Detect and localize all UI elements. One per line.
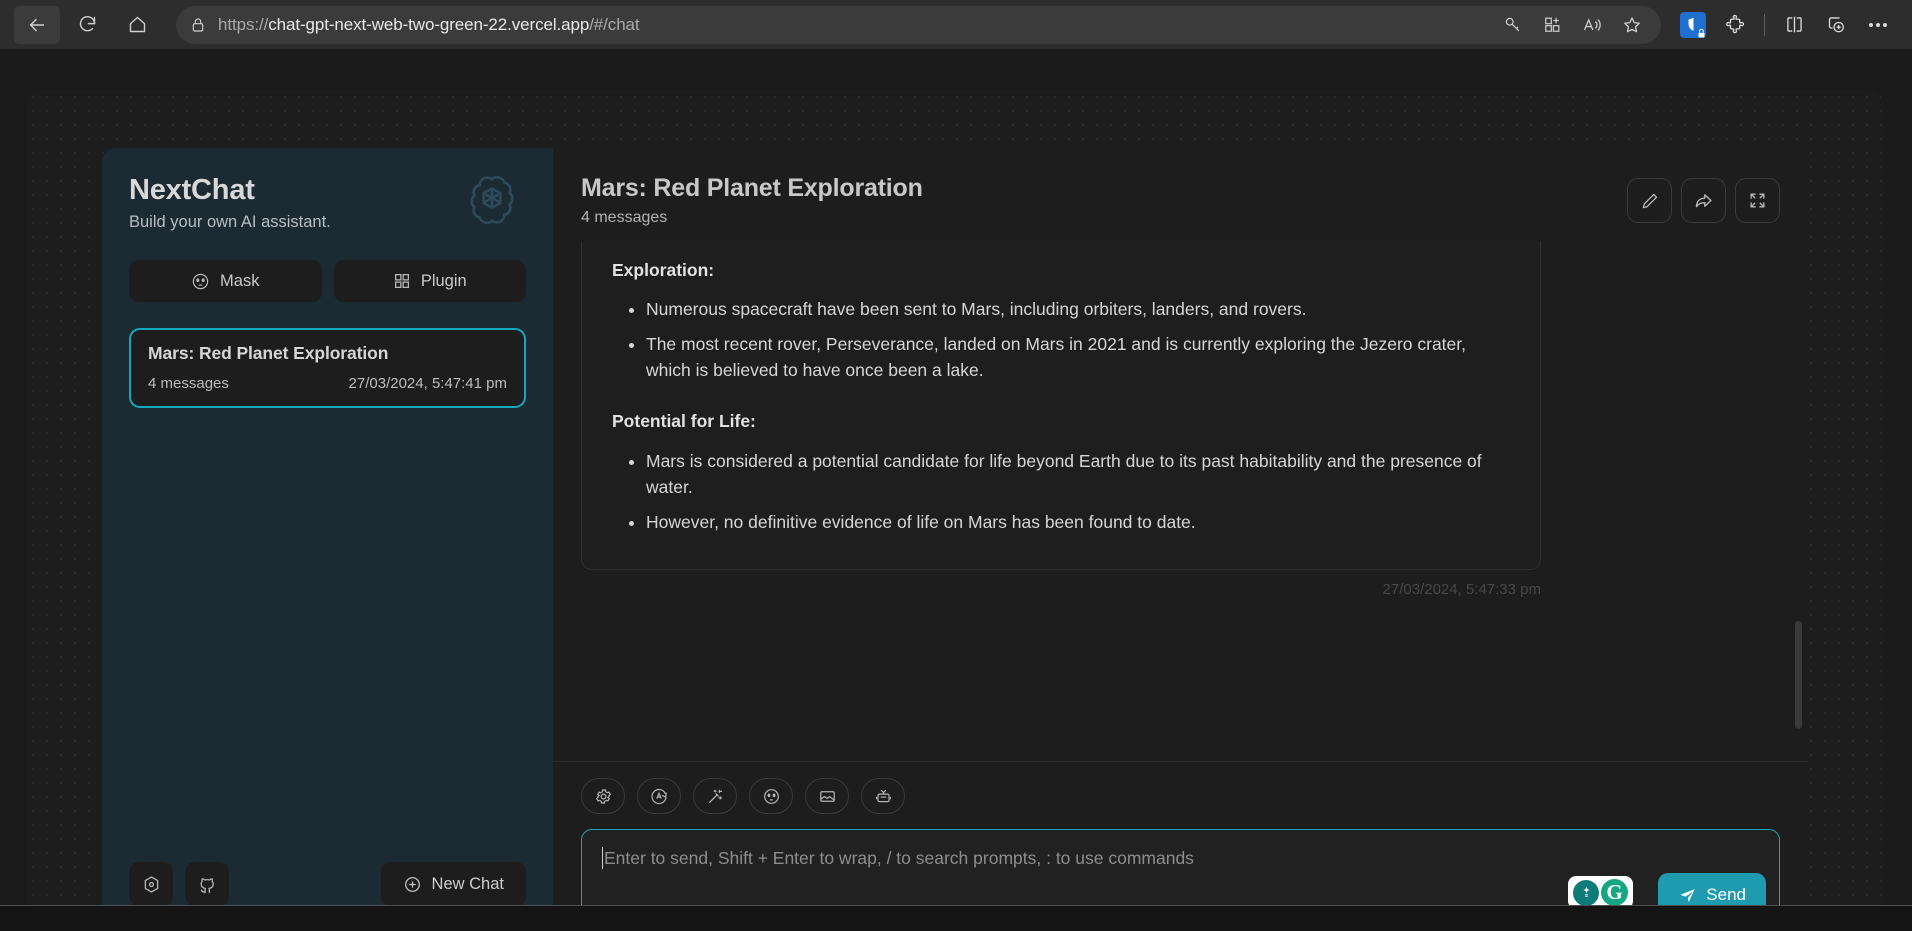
window-bottom-strip [0, 905, 1912, 931]
chat-header: Mars: Red Planet Exploration 4 messages [553, 148, 1808, 241]
message-heading-exploration: Exploration: [612, 259, 715, 280]
mask-button-label: Mask [220, 271, 260, 290]
new-chat-label: New Chat [431, 874, 504, 893]
sidebar: NextChat Build your own AI assistant. Ma… [102, 148, 553, 930]
more-options-icon[interactable] [1858, 6, 1898, 44]
page-viewport: NextChat Build your own AI assistant. Ma… [0, 49, 1912, 931]
star-icon[interactable] [1613, 8, 1651, 42]
home-button[interactable] [114, 6, 160, 44]
message-list-potential-for-life: Mars is considered a potential candidate… [612, 448, 1510, 536]
chat-input[interactable]: Enter to send, Shift + Enter to wrap, / … [602, 847, 1759, 869]
puzzle-icon[interactable] [1715, 6, 1755, 44]
toolbar-divider [1764, 13, 1765, 36]
grammarly-logo-icon[interactable]: G [1601, 879, 1628, 906]
chat-list: Mars: Red Planet Exploration 4 messages … [129, 328, 526, 408]
sidebar-action-buttons: Mask Plugin [129, 260, 526, 302]
rename-chat-button[interactable] [1627, 178, 1672, 223]
chat-item-meta: 4 messages 27/03/2024, 5:47:41 pm [148, 375, 507, 392]
url-text: https://chat-gpt-next-web-two-green-22.v… [218, 15, 1493, 35]
chat-header-actions [1627, 174, 1780, 223]
share-chat-button[interactable] [1681, 178, 1726, 223]
gear-icon [594, 787, 613, 806]
message-list: polar ice caps. Exploration: Numerous sp… [553, 241, 1808, 747]
chat-input-placeholder: Enter to send, Shift + Enter to wrap, / … [604, 847, 1194, 868]
list-item: The most recent rover, Perseverance, lan… [646, 331, 1510, 384]
list-item: However, no definitive evidence of life … [646, 509, 1510, 536]
url-host: chat-gpt-next-web-two-green-22.vercel.ap… [268, 14, 590, 34]
add-collection-icon[interactable] [1816, 6, 1856, 44]
browser-toolbar: https://chat-gpt-next-web-two-green-22.v… [0, 0, 1912, 49]
chat-item-message-count: 4 messages [148, 375, 229, 392]
url-path: /#/chat [589, 14, 640, 34]
mask-icon [191, 272, 210, 291]
omnibox-actions [1493, 8, 1651, 42]
chat-item-title: Mars: Red Planet Exploration [148, 343, 389, 363]
chat-panel: Mars: Red Planet Exploration 4 messages [553, 148, 1808, 930]
split-screen-icon[interactable] [1774, 6, 1814, 44]
nextchat-app-window: NextChat Build your own AI assistant. Ma… [26, 90, 1884, 930]
mask-button[interactable]: Mask [129, 260, 322, 302]
share-arrow-icon [1693, 190, 1714, 211]
shield-extension-icon[interactable] [1673, 6, 1713, 44]
fullscreen-button[interactable] [1735, 178, 1780, 223]
new-chat-button[interactable]: New Chat [380, 862, 526, 906]
split-add-icon[interactable] [1533, 8, 1571, 42]
paper-plane-icon [1678, 886, 1697, 905]
robot-icon [874, 787, 893, 806]
expand-icon [1748, 191, 1767, 210]
message-timestamp: 27/03/2024, 5:47:33 pm [1382, 581, 1541, 599]
key-icon[interactable] [1493, 8, 1531, 42]
lock-icon [190, 17, 206, 33]
refresh-button[interactable] [64, 6, 110, 44]
message-list-exploration: Numerous spacecraft have been sent to Ma… [612, 296, 1510, 384]
image-icon [818, 787, 837, 806]
list-item: Numerous spacecraft have been sent to Ma… [646, 296, 1510, 323]
message-heading-potential-for-life: Potential for Life: [612, 410, 756, 431]
send-button-label: Send [1706, 885, 1746, 904]
chat-message-count: 4 messages [581, 209, 668, 226]
auto-translate-button[interactable] [637, 778, 681, 814]
plus-circle-icon [403, 875, 422, 894]
list-item: Mars is considered a potential candidate… [646, 448, 1510, 501]
plugin-grid-icon [393, 272, 411, 290]
mask-icon [762, 787, 781, 806]
page-title: Mars: Red Planet Exploration [581, 174, 923, 202]
settings-hexagon-icon[interactable] [129, 862, 173, 906]
scrollbar-thumb[interactable] [1795, 621, 1802, 729]
read-aloud-icon[interactable] [1573, 8, 1611, 42]
message-scrollbar[interactable] [1794, 241, 1802, 747]
chat-settings-button[interactable] [581, 778, 625, 814]
prompt-wand-button[interactable] [693, 778, 737, 814]
pencil-icon [1640, 191, 1660, 211]
image-button[interactable] [805, 778, 849, 814]
github-icon[interactable] [185, 862, 229, 906]
grammarly-assistant-icon[interactable] [1573, 879, 1599, 906]
magic-wand-icon [706, 787, 725, 806]
auto-a-icon [649, 786, 669, 806]
chat-header-titles: Mars: Red Planet Exploration 4 messages [581, 174, 923, 227]
assistant-message-bubble: polar ice caps. Exploration: Numerous sp… [581, 241, 1541, 571]
back-button[interactable] [14, 5, 60, 44]
text-caret [602, 847, 603, 869]
sidebar-brand: NextChat Build your own AI assistant. [129, 174, 526, 232]
composer-toolbar [581, 778, 1780, 814]
address-bar[interactable]: https://chat-gpt-next-web-two-green-22.v… [176, 5, 1661, 44]
plugin-button-label: Plugin [420, 271, 467, 290]
model-button[interactable] [861, 778, 905, 814]
plugin-button[interactable]: Plugin [333, 260, 526, 302]
mask-button[interactable] [749, 778, 793, 814]
openai-logo [464, 172, 520, 233]
browser-toolbar-right [1673, 6, 1898, 44]
url-scheme: https:// [218, 14, 269, 34]
chat-list-item[interactable]: Mars: Red Planet Exploration 4 messages … [129, 328, 526, 408]
chat-item-timestamp: 27/03/2024, 5:47:41 pm [348, 375, 507, 392]
